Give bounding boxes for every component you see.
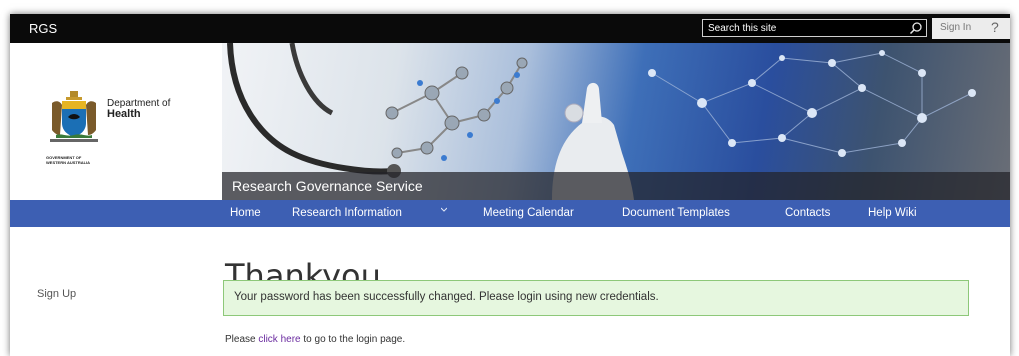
login-suffix: to go to the login page. [300, 334, 406, 345]
logo-area: Department of Health GOVERNMENT OF WESTE… [10, 43, 222, 200]
gov-line2: WESTERN AUSTRALIA [46, 160, 91, 165]
login-prefix: Please [225, 334, 259, 345]
search-input[interactable] [703, 20, 908, 36]
suite-bar: RGS Sign In ? [10, 14, 1010, 43]
help-icon[interactable]: ? [991, 19, 999, 35]
top-navigation: Home Research Information Meeting Calend… [10, 200, 1010, 227]
search-box [702, 19, 927, 37]
login-instruction: Please click here to go to the login pag… [225, 334, 405, 345]
search-button[interactable] [908, 21, 924, 35]
government-text: GOVERNMENT OF WESTERN AUSTRALIA [46, 155, 90, 165]
nav-help-wiki[interactable]: Help Wiki [868, 207, 917, 219]
header-banner: Research Governance Service [222, 43, 1010, 200]
department-name: Department of Health [107, 98, 170, 120]
nav-contacts[interactable]: Contacts [785, 207, 830, 219]
signup-link[interactable]: Sign Up [37, 288, 76, 300]
nav-meeting-calendar[interactable]: Meeting Calendar [483, 207, 574, 219]
wa-crest-logo[interactable] [46, 89, 102, 147]
search-icon [909, 22, 922, 35]
site-title[interactable]: Research Governance Service [232, 178, 423, 194]
signin-link[interactable]: Sign In [940, 22, 971, 33]
chevron-down-icon[interactable] [441, 207, 447, 213]
signin-area: Sign In ? [932, 18, 1010, 39]
dept-line2: Health [107, 108, 141, 120]
browser-frame: RGS Sign In ? De [10, 14, 1010, 356]
success-message-box: Your password has been successfully chan… [223, 280, 969, 316]
nav-home[interactable]: Home [230, 207, 261, 219]
site-brand[interactable]: RGS [29, 21, 57, 36]
login-link[interactable]: click here [258, 334, 300, 345]
nav-research-information[interactable]: Research Information [292, 207, 402, 219]
success-message: Your password has been successfully chan… [234, 291, 659, 303]
nav-document-templates[interactable]: Document Templates [622, 207, 730, 219]
banner-caption: Research Governance Service [222, 172, 1010, 200]
